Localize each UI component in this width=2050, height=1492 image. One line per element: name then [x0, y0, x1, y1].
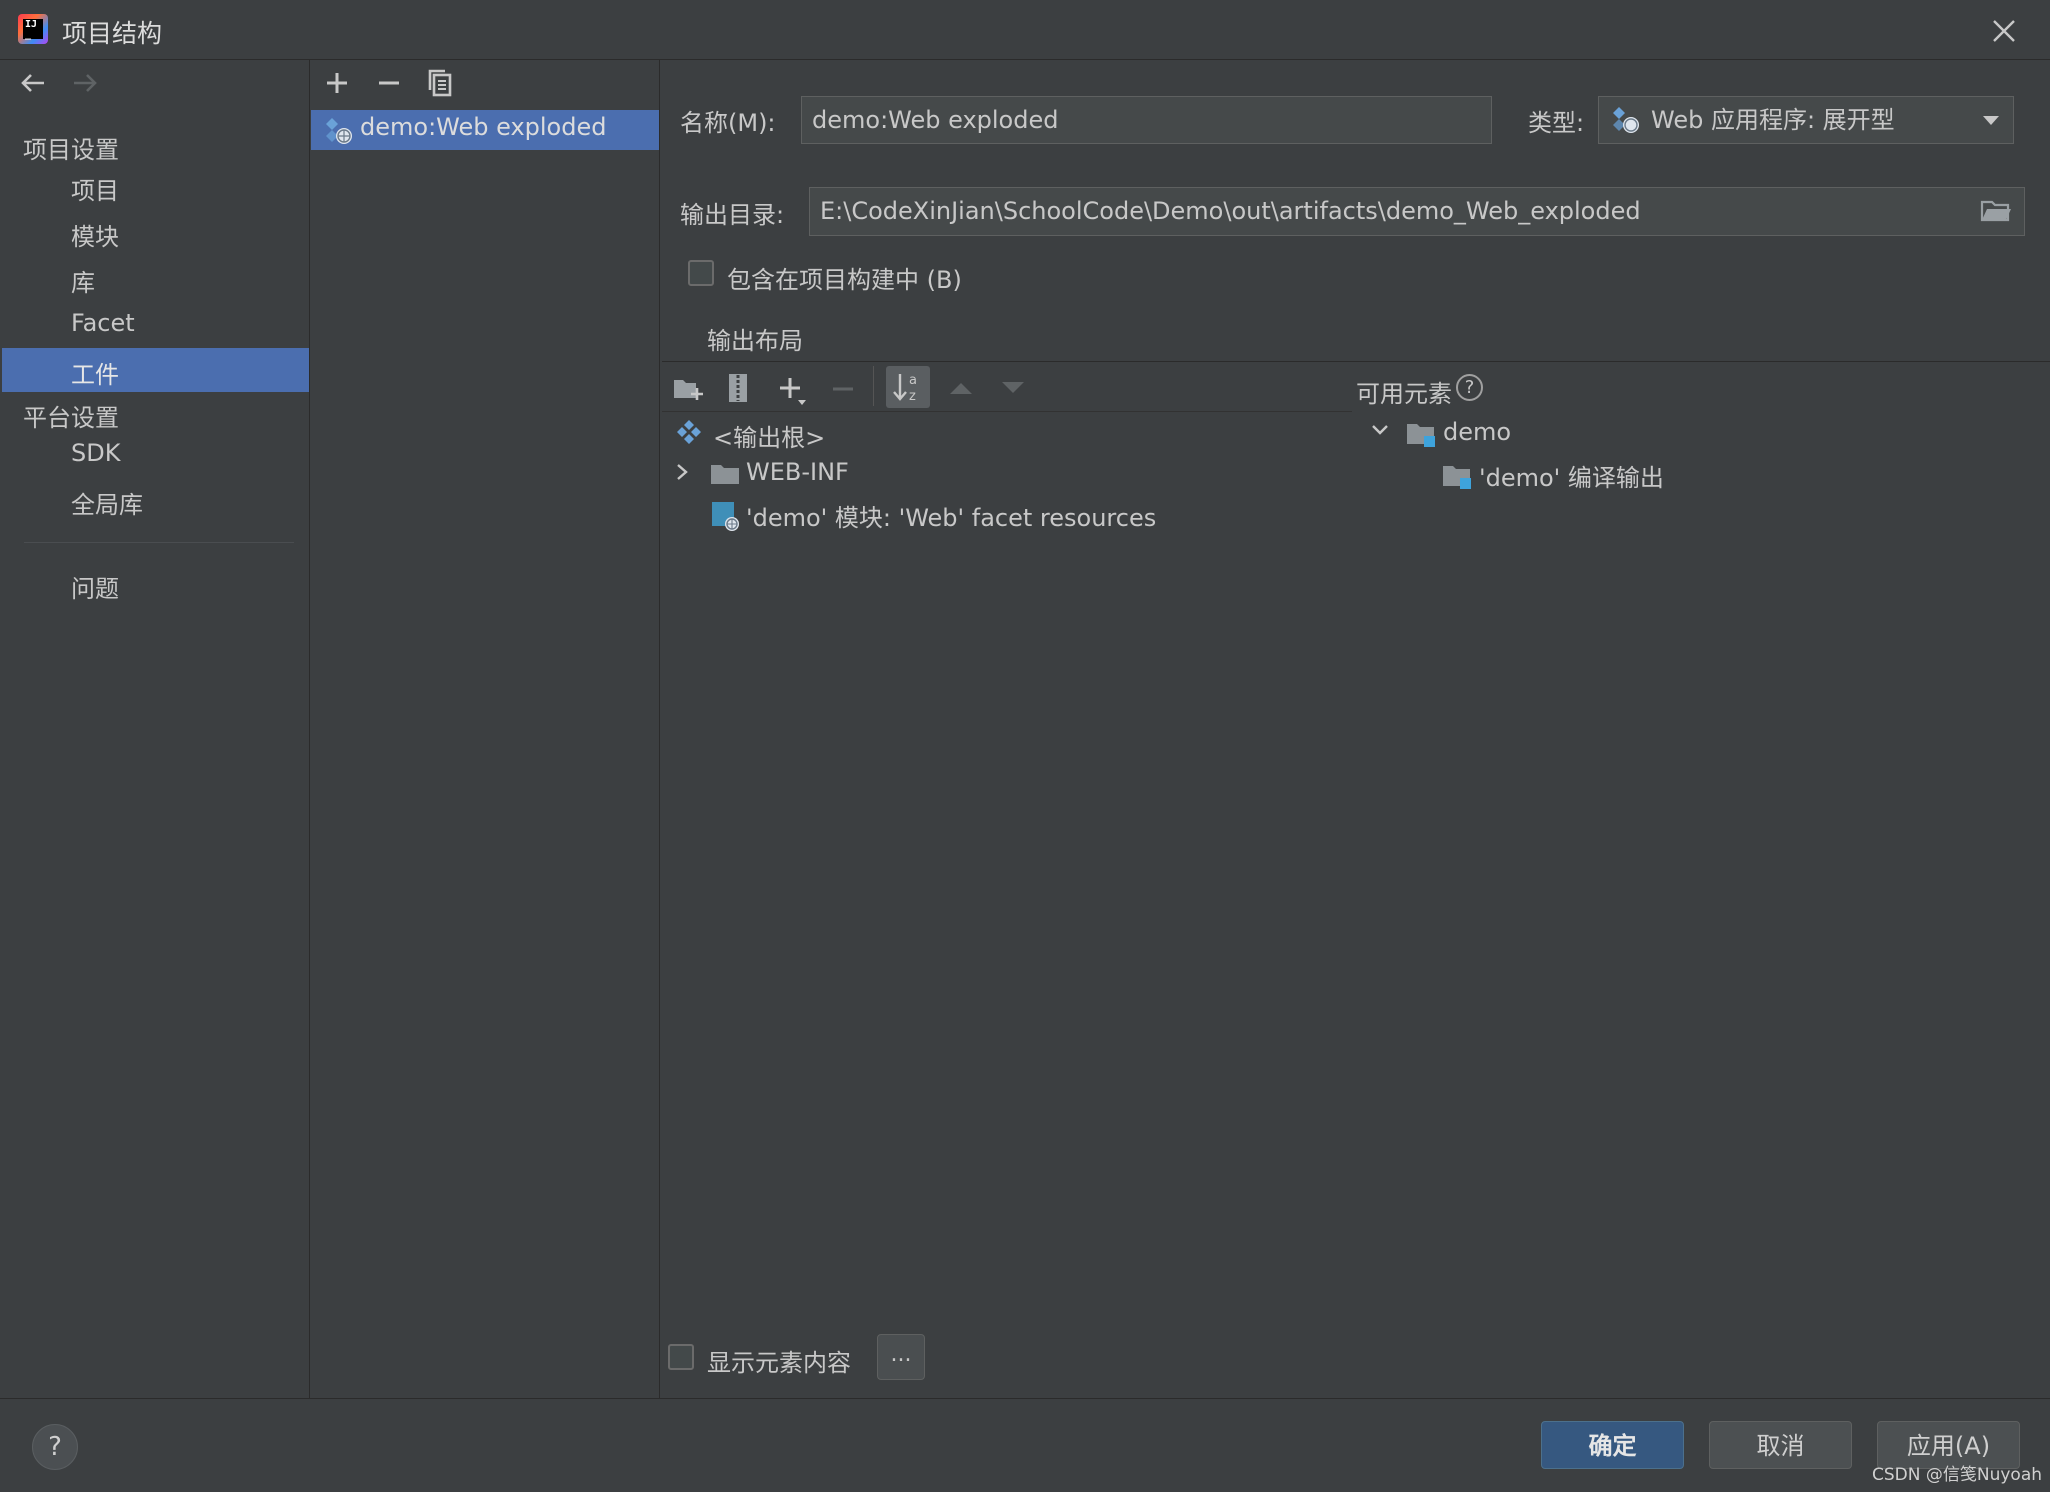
show-contents-label: 显示元素内容: [707, 1349, 851, 1377]
available-tree-compile-output[interactable]: 'demo' 编译输出: [1479, 458, 1664, 493]
svg-text:a: a: [909, 373, 917, 388]
remove-element-icon[interactable]: [828, 374, 858, 408]
type-label: 类型:: [1528, 109, 1585, 137]
archive-icon[interactable]: [726, 372, 750, 408]
name-label: 名称(M):: [680, 109, 776, 137]
forward-arrow-icon[interactable]: [68, 66, 102, 108]
help-button[interactable]: ?: [32, 1424, 78, 1470]
nav-item-problems[interactable]: 问题: [71, 569, 119, 604]
output-layout-tab[interactable]: 输出布局: [707, 321, 803, 356]
chevron-down-icon[interactable]: [1368, 420, 1392, 444]
ok-button[interactable]: 确定: [1541, 1421, 1684, 1469]
move-up-icon[interactable]: [948, 378, 974, 402]
add-icon[interactable]: [322, 68, 352, 102]
available-elements-label: 可用元素: [1356, 380, 1452, 408]
include-in-build-label: 包含在项目构建中 (B): [727, 266, 962, 294]
window-title: 项目结构: [62, 19, 163, 48]
artifact-list-item-label: demo:Web exploded: [360, 113, 607, 141]
show-contents-checkbox[interactable]: [668, 1344, 694, 1370]
layout-tree-root[interactable]: <输出根>: [713, 418, 825, 453]
layout-tree-webinf[interactable]: WEB-INF: [746, 458, 849, 486]
output-root-icon: [674, 418, 704, 452]
folder-browse-icon[interactable]: [1980, 196, 2012, 228]
intellij-idea-icon: IJ _: [18, 14, 48, 44]
add-copy-of-icon[interactable]: [776, 374, 810, 412]
nav-item-global-libraries[interactable]: 全局库: [71, 485, 143, 520]
svg-text:z: z: [909, 389, 916, 404]
chevron-right-icon[interactable]: [672, 460, 692, 488]
web-artifact-icon: [1611, 105, 1641, 139]
nav-item-modules[interactable]: 模块: [71, 217, 119, 252]
back-arrow-icon[interactable]: [16, 66, 50, 108]
copy-icon[interactable]: [425, 67, 455, 103]
cancel-button[interactable]: 取消: [1709, 1421, 1852, 1469]
help-circle-icon[interactable]: ?: [1456, 374, 1483, 401]
nav-item-artifacts[interactable]: 工件: [71, 355, 119, 390]
nav-item-libraries[interactable]: 库: [71, 263, 95, 298]
chevron-down-icon[interactable]: [1980, 112, 2002, 132]
available-tree-demo[interactable]: demo: [1443, 418, 1511, 446]
type-dropdown[interactable]: Web 应用程序: 展开型: [1598, 96, 2014, 144]
nav-section-project-settings: 项目设置: [23, 136, 119, 164]
include-in-build-checkbox[interactable]: [688, 260, 714, 286]
remove-icon[interactable]: [374, 68, 404, 102]
layout-toolbar-separator: [662, 411, 1352, 412]
output-dir-input[interactable]: E:\CodeXinJian\SchoolCode\Demo\out\artif…: [809, 187, 2025, 236]
close-icon[interactable]: [1985, 12, 2023, 50]
web-artifact-icon: [324, 116, 354, 150]
title-bar: [0, 0, 2050, 60]
sort-alpha-button[interactable]: az: [886, 366, 930, 408]
folder-icon: [710, 462, 740, 490]
layout-tree-facet-resources[interactable]: 'demo' 模块: 'Web' facet resources: [746, 498, 1156, 533]
toolbar-divider: [873, 366, 874, 406]
nav-section-platform-settings: 平台设置: [23, 404, 119, 432]
nav-item-sdk[interactable]: SDK: [71, 439, 120, 467]
module-folder-icon: [1406, 420, 1438, 452]
name-input[interactable]: demo:Web exploded: [801, 96, 1492, 144]
output-dir-label: 输出目录:: [680, 201, 785, 229]
nav-selection-highlight: [2, 348, 309, 392]
artifacts-list-panel: [311, 60, 660, 1398]
nav-separator: [24, 542, 294, 543]
nav-item-facets[interactable]: Facet: [71, 309, 135, 337]
new-folder-icon[interactable]: [672, 374, 704, 406]
nav-item-project[interactable]: 项目: [71, 171, 119, 206]
layout-separator: [662, 361, 2050, 362]
watermark: CSDN @信笺Nuyoah: [1872, 1465, 2043, 1485]
more-options-button[interactable]: ...: [877, 1334, 925, 1380]
compile-output-folder-icon: [1442, 462, 1474, 494]
move-down-icon[interactable]: [1000, 378, 1026, 402]
settings-nav: [0, 60, 310, 1398]
facet-resources-icon: [710, 500, 742, 536]
